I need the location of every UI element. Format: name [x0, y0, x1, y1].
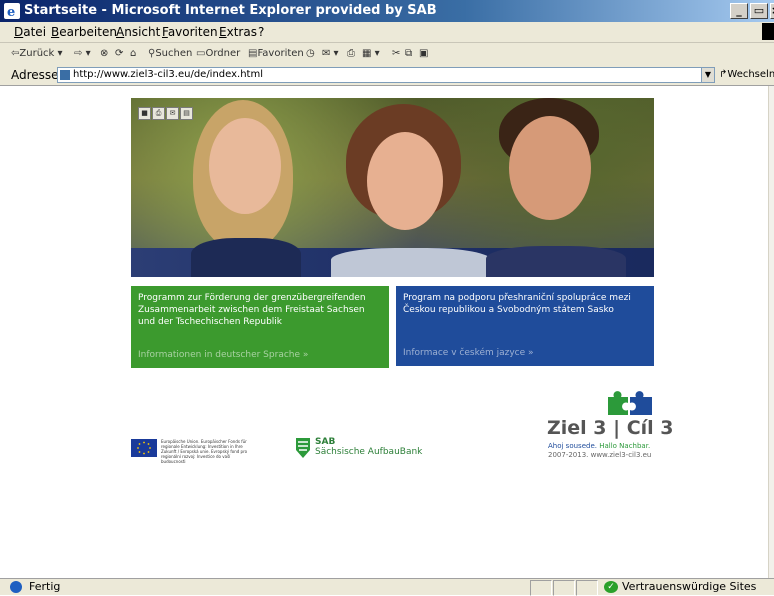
address-label: Adresse	[11, 68, 59, 82]
window-title: Startseite - Microsoft Internet Explorer…	[24, 3, 437, 18]
page-loaded-icon	[10, 581, 22, 593]
menu-help[interactable]: ?	[258, 25, 264, 39]
print-icon[interactable]: ⎙	[347, 48, 355, 59]
copy-icon[interactable]: ⧉	[405, 48, 412, 59]
ziel3-title: Ziel 3 | Cíl 3	[547, 417, 674, 439]
back-button[interactable]: ⇦Zurück ▾	[11, 48, 63, 59]
favorites-button[interactable]: ▤Favoriten	[248, 48, 304, 59]
menu-bar: Datei Bearbeiten Ansicht Favoriten Extra…	[0, 22, 774, 43]
windows-logo-icon	[762, 23, 774, 40]
stop-icon[interactable]: ⊗	[100, 48, 108, 59]
maximize-button[interactable]: ▭	[750, 3, 768, 19]
ziel3-greeting-cz: Ahoj sousede.	[548, 442, 597, 450]
refresh-icon[interactable]: ⟳	[115, 48, 123, 59]
home-icon[interactable]: ⌂	[130, 48, 136, 59]
forward-button[interactable]: ⇨ ▾	[74, 48, 91, 59]
bookmark-icon[interactable]: ▤	[180, 107, 193, 120]
save-icon[interactable]: ■	[138, 107, 151, 120]
paste-icon[interactable]: ▣	[419, 48, 428, 59]
page-icon	[60, 70, 70, 80]
eu-funding-text: Europäische Union. Europäischer Fonds fü…	[161, 439, 248, 464]
address-input[interactable]: http://www.ziel3-cil3.eu/de/index.html	[57, 67, 703, 83]
menu-bearbeiten[interactable]: Bearbeiten	[51, 25, 117, 39]
menu-favoriten[interactable]: Favoriten	[162, 25, 218, 39]
search-button[interactable]: ⚲Suchen	[148, 48, 192, 59]
czech-program-text: Program na podporu přeshraniční spoluprá…	[403, 293, 631, 315]
svg-text:e: e	[7, 5, 15, 19]
internet-explorer-icon: e	[4, 3, 20, 19]
address-url: http://www.ziel3-cil3.eu/de/index.html	[73, 69, 263, 80]
history-icon[interactable]: ◷	[306, 48, 315, 59]
address-dropdown-button[interactable]: ▼	[701, 67, 715, 83]
puzzle-logo-icon	[608, 391, 652, 415]
czech-info-box[interactable]: Program na podporu přeshraniční spoluprá…	[396, 286, 654, 366]
security-zone-text: Vertrauenswürdige Sites	[622, 580, 757, 593]
menu-ansicht[interactable]: Ansicht	[116, 25, 160, 39]
menu-extras[interactable]: Extras	[219, 25, 257, 39]
german-program-text: Programm zur Förderung der grenzübergrei…	[138, 293, 366, 327]
eu-flag-logo	[131, 439, 157, 457]
cut-icon[interactable]: ✂	[392, 48, 400, 59]
minimize-button[interactable]: _	[730, 3, 748, 19]
sab-logo-icon	[296, 438, 310, 458]
vertical-scrollbar[interactable]	[768, 86, 774, 578]
mail-icon[interactable]: ✉ ▾	[322, 48, 339, 59]
ziel3-footer: 2007-2013. www.ziel3-cil3.eu	[548, 451, 652, 459]
ziel3-greeting-de: Hallo Nachbar.	[599, 442, 651, 450]
ziel3-greeting: Ahoj sousede. Hallo Nachbar.	[548, 442, 650, 450]
menu-datei[interactable]: Datei	[14, 25, 46, 39]
czech-info-link[interactable]: Informace v českém jazyce »	[403, 348, 534, 358]
email-icon[interactable]: ✉	[166, 107, 179, 120]
hero-photo: ■ ⎙ ✉ ▤	[131, 98, 654, 277]
forward-arrow-icon: ⇨	[74, 48, 83, 59]
page-tools: ■ ⎙ ✉ ▤	[138, 107, 193, 121]
print-icon[interactable]: ⎙	[152, 107, 165, 120]
window-titlebar: e Startseite - Microsoft Internet Explor…	[0, 0, 774, 22]
status-bar: Fertig ✓ Vertrauenswürdige Sites	[0, 578, 774, 596]
sab-title: SAB	[315, 437, 336, 447]
sab-subtitle: Sächsische AufbauBank	[315, 447, 423, 457]
close-button[interactable]: ×	[770, 3, 774, 19]
go-button[interactable]: ↱Wechseln z	[719, 69, 774, 80]
german-info-link[interactable]: Informationen in deutscher Sprache »	[138, 350, 308, 360]
german-info-box[interactable]: Programm zur Förderung der grenzübergrei…	[131, 286, 389, 368]
status-text: Fertig	[29, 580, 61, 593]
toolbar: ⇦Zurück ▾ ⇨ ▾ ⊗ ⟳ ⌂ ⚲Suchen ▭Ordner ▤Fav…	[0, 43, 774, 66]
edit-icon[interactable]: ▦ ▾	[362, 48, 380, 59]
address-bar: Adresse http://www.ziel3-cil3.eu/de/inde…	[0, 65, 774, 86]
trusted-zone-icon: ✓	[604, 581, 618, 593]
folders-button[interactable]: ▭Ordner	[196, 48, 240, 59]
